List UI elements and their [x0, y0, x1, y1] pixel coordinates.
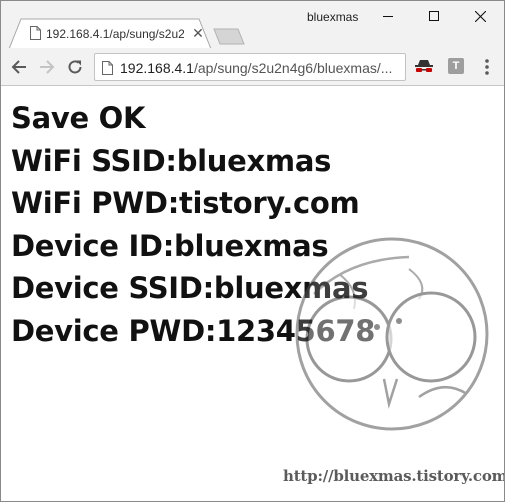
address-bar[interactable]: 192.168.4.1/ap/sung/s2u2n4g6/bluexmas/..…	[94, 53, 406, 81]
url-host: 192.168.4.1	[120, 60, 194, 76]
watermark-url-text: http://bluexmas.tistory.com/	[283, 467, 505, 485]
minimize-icon	[383, 16, 393, 17]
maximize-button[interactable]	[411, 1, 457, 31]
close-window-button[interactable]	[457, 1, 503, 31]
save-status-text: Save OK	[11, 101, 146, 135]
wifi-pwd-text: WiFi PWD:tistory.com	[11, 186, 360, 220]
incognito-icon[interactable]	[415, 59, 433, 75]
browser-toolbar: 192.168.4.1/ap/sung/s2u2n4g6/bluexmas/..…	[1, 48, 504, 86]
wifi-ssid-text: WiFi SSID:bluexmas	[11, 143, 332, 178]
tab-strip: 192.168.4.1/ap/sung/s2u2n4g6/bluexmas/ti…	[1, 1, 504, 49]
page-info-icon[interactable]	[102, 61, 113, 75]
close-icon	[474, 10, 486, 22]
maximize-icon	[429, 11, 439, 21]
forward-icon	[40, 60, 55, 74]
browser-window: 192.168.4.1/ap/sung/s2u2n4g6/bluexmas/ti…	[0, 0, 505, 502]
minimize-button[interactable]	[365, 1, 411, 31]
new-tab-button[interactable]	[213, 28, 245, 45]
active-tab[interactable]: 192.168.4.1/ap/sung/s2u2n4g6/bluexmas/ti…	[9, 18, 211, 49]
url-path: /ap/sung/s2u2n4g6/bluexmas/...	[193, 60, 393, 76]
url-text[interactable]: 192.168.4.1/ap/sung/s2u2n4g6/bluexmas/..…	[120, 59, 402, 77]
tab-title: 192.168.4.1/ap/sung/s2u2n4g6/bluexmas/ti…	[46, 27, 184, 41]
forward-button[interactable]	[36, 56, 58, 78]
page-icon	[30, 26, 41, 40]
reload-icon	[68, 60, 82, 74]
reload-button[interactable]	[64, 56, 86, 78]
back-icon	[11, 60, 26, 74]
extension-t-icon[interactable]: T	[448, 58, 464, 74]
menu-icon[interactable]	[479, 58, 495, 76]
back-button[interactable]	[8, 56, 30, 78]
window-user-label: bluexmas	[307, 10, 359, 24]
tab-close-icon[interactable]: ✕	[190, 25, 206, 41]
watermark-logo	[295, 237, 489, 431]
